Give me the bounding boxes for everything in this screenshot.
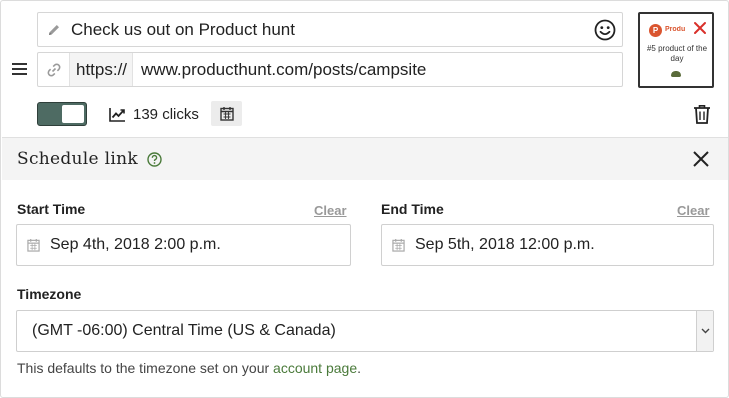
chevron-down-icon[interactable]	[696, 311, 713, 351]
schedule-title: Schedule link	[17, 149, 138, 169]
link-title-text[interactable]: Check us out on Product hunt	[69, 20, 588, 40]
clicks-analytics-button[interactable]: 139 clicks	[109, 105, 199, 123]
help-icon[interactable]	[147, 152, 162, 167]
chart-icon	[109, 107, 125, 122]
kitty-icon	[671, 71, 681, 77]
close-icon[interactable]	[691, 149, 711, 169]
smiley-icon[interactable]	[588, 13, 622, 46]
pencil-icon	[38, 13, 69, 46]
note-suffix: .	[357, 360, 361, 376]
calendar-icon	[219, 107, 234, 121]
calendar-icon	[17, 238, 50, 252]
link-card: Check us out on Product hunt https:// ww…	[0, 0, 729, 398]
start-time-value: Sep 4th, 2018 2:00 p.m.	[50, 236, 221, 253]
timezone-label: Timezone	[17, 286, 82, 302]
close-icon[interactable]	[692, 20, 708, 36]
trash-icon[interactable]	[693, 104, 711, 124]
end-time-label: End Time	[381, 201, 444, 217]
schedule-button[interactable]	[211, 101, 242, 126]
url-protocol[interactable]: https://	[69, 53, 134, 86]
clicks-count: 139 clicks	[133, 105, 199, 123]
account-page-link[interactable]: account page	[273, 360, 357, 376]
link-title-field[interactable]: Check us out on Product hunt	[37, 12, 623, 47]
link-thumbnail[interactable]: P Product Hunt #5 product of the day	[638, 12, 714, 88]
drag-handle-icon[interactable]	[12, 63, 27, 77]
start-time-label: Start Time	[17, 201, 86, 217]
note-prefix: This defaults to the timezone set on you…	[17, 360, 274, 376]
link-enabled-toggle[interactable]	[37, 102, 87, 126]
producthunt-logo-icon: P	[649, 24, 662, 37]
link-url-field[interactable]: https:// www.producthunt.com/posts/camps…	[37, 52, 623, 87]
toggle-knob	[62, 105, 84, 123]
timezone-value: (GMT -06:00) Central Time (US & Canada)	[32, 322, 336, 339]
schedule-panel-header: Schedule link	[2, 137, 728, 180]
end-time-value: Sep 5th, 2018 12:00 p.m.	[415, 236, 595, 253]
clear-end-link[interactable]: Clear	[677, 203, 710, 218]
end-time-input[interactable]: Sep 5th, 2018 12:00 p.m.	[381, 224, 714, 266]
calendar-icon	[382, 238, 415, 252]
link-url-text[interactable]: www.producthunt.com/posts/campsite	[133, 60, 622, 80]
start-time-input[interactable]: Sep 4th, 2018 2:00 p.m.	[16, 224, 351, 266]
link-icon	[38, 53, 69, 86]
timezone-select[interactable]: (GMT -06:00) Central Time (US & Canada)	[16, 310, 714, 352]
producthunt-brand-name: Product Hunt	[665, 26, 685, 33]
clear-start-link[interactable]: Clear	[314, 203, 347, 218]
badge-text: #5 product of the day	[646, 44, 708, 63]
timezone-note: This defaults to the timezone set on you…	[17, 360, 361, 376]
